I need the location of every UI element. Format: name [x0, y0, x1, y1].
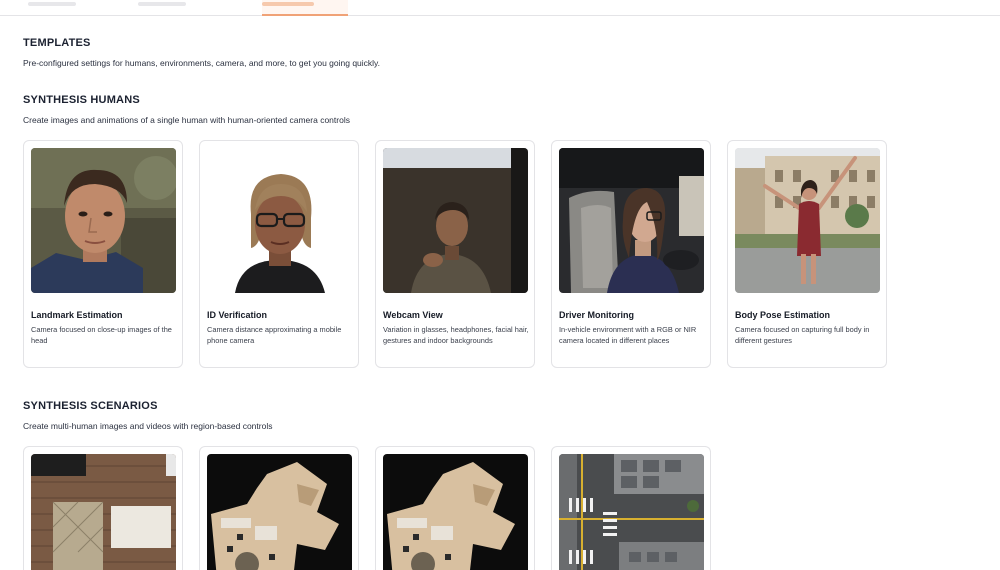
full-body-pose-image	[735, 148, 880, 293]
card-description: Variation in glasses, headphones, facial…	[383, 325, 529, 345]
card-title: Landmark Estimation	[31, 310, 123, 320]
card-description: Camera focused on close-up images of the…	[31, 325, 172, 345]
card-title: Webcam View	[383, 310, 443, 320]
room-floorplan-image	[31, 454, 176, 570]
templates-heading: TEMPLATES	[23, 37, 91, 49]
webcam-person-image	[383, 148, 528, 293]
synthesis-humans-description: Create images and animations of a single…	[23, 115, 350, 125]
template-card-id-verification[interactable]: ID Verification Camera distance approxim…	[199, 140, 359, 368]
card-description: In-vehicle environment with a RGB or NIR…	[559, 325, 697, 345]
template-card-landmark-estimation[interactable]: Landmark Estimation Camera focused on cl…	[23, 140, 183, 368]
card-description: Camera distance approximating a mobile p…	[207, 325, 342, 345]
building-topdown-image	[383, 454, 528, 570]
building-topdown-image	[207, 454, 352, 570]
tab-1[interactable]	[28, 0, 108, 16]
scenario-card-1[interactable]	[23, 446, 183, 570]
head-closeup-image	[31, 148, 176, 293]
driver-in-car-image	[559, 148, 704, 293]
synthesis-scenarios-description: Create multi-human images and videos wit…	[23, 421, 273, 431]
template-card-webcam-view[interactable]: Webcam View Variation in glasses, headph…	[375, 140, 535, 368]
card-title: Body Pose Estimation	[735, 310, 831, 320]
top-tab-bar	[0, 0, 1000, 16]
scenario-card-3[interactable]	[375, 446, 535, 570]
tab-2[interactable]	[138, 0, 218, 16]
template-card-body-pose-estimation[interactable]: Body Pose Estimation Camera focused on c…	[727, 140, 887, 368]
tab-templates-active[interactable]	[262, 0, 348, 16]
synthesis-humans-heading: SYNTHESIS HUMANS	[23, 94, 140, 106]
card-title: ID Verification	[207, 310, 268, 320]
synthesis-scenarios-heading: SYNTHESIS SCENARIOS	[23, 400, 158, 412]
templates-description: Pre-configured settings for humans, envi…	[23, 58, 381, 68]
card-title: Driver Monitoring	[559, 310, 635, 320]
scenario-card-4[interactable]	[551, 446, 711, 570]
scenario-card-2[interactable]	[199, 446, 359, 570]
street-intersection-image	[559, 454, 704, 570]
id-portrait-image	[207, 148, 352, 293]
card-description: Camera focused on capturing full body in…	[735, 325, 870, 345]
template-card-driver-monitoring[interactable]: Driver Monitoring In-vehicle environment…	[551, 140, 711, 368]
